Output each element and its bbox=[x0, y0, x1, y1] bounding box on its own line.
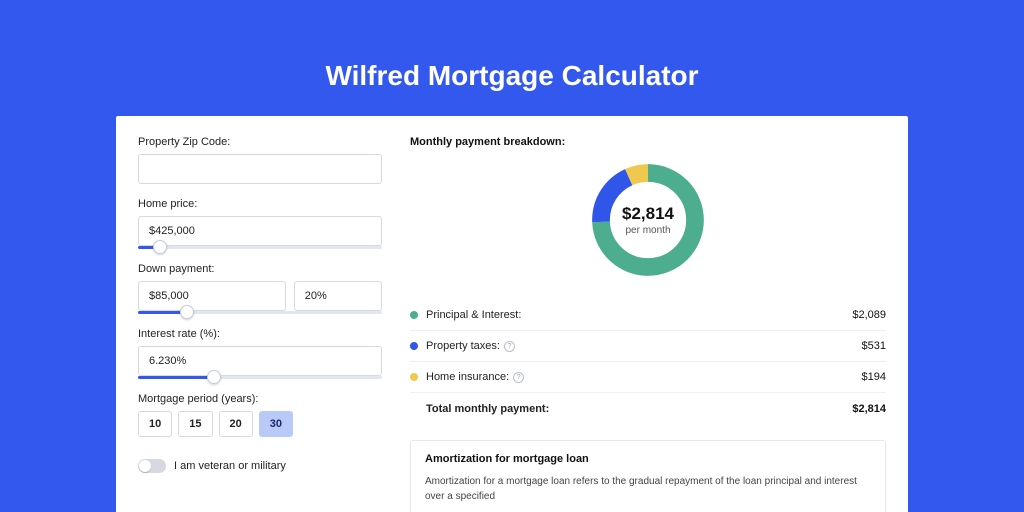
donut-wrap: $2,814 per month bbox=[410, 158, 886, 282]
legend-value: $194 bbox=[862, 371, 886, 383]
legend-total-label: Total monthly payment: bbox=[426, 403, 852, 415]
period-option-20[interactable]: 20 bbox=[219, 411, 253, 437]
down-payment-slider[interactable] bbox=[138, 311, 382, 314]
interest-slider-fill bbox=[138, 376, 214, 379]
page-title: Wilfred Mortgage Calculator bbox=[0, 0, 1024, 116]
veteran-toggle[interactable] bbox=[138, 459, 166, 473]
zip-field: Property Zip Code: bbox=[138, 136, 382, 184]
home-price-label: Home price: bbox=[138, 198, 382, 210]
home-price-slider[interactable] bbox=[138, 246, 382, 249]
zip-input[interactable] bbox=[138, 154, 382, 184]
legend-row: Principal & Interest:$2,089 bbox=[410, 300, 886, 331]
down-payment-field: Down payment: bbox=[138, 263, 382, 314]
legend-label: Home insurance:? bbox=[426, 371, 862, 383]
period-option-15[interactable]: 15 bbox=[178, 411, 212, 437]
amortization-title: Amortization for mortgage loan bbox=[425, 453, 871, 465]
period-label: Mortgage period (years): bbox=[138, 393, 382, 405]
interest-input[interactable] bbox=[138, 346, 382, 376]
breakdown-legend: Principal & Interest:$2,089Property taxe… bbox=[410, 300, 886, 424]
period-field: Mortgage period (years): 1015 2030 bbox=[138, 393, 382, 437]
help-icon[interactable]: ? bbox=[504, 341, 515, 352]
results-column: Monthly payment breakdown: $2,814 per mo… bbox=[410, 136, 886, 496]
legend-dot bbox=[410, 342, 418, 350]
legend-row: Property taxes:?$531 bbox=[410, 331, 886, 362]
home-price-slider-thumb[interactable] bbox=[153, 240, 167, 254]
down-payment-slider-thumb[interactable] bbox=[180, 305, 194, 319]
legend-label: Property taxes:? bbox=[426, 340, 862, 352]
period-option-10[interactable]: 10 bbox=[138, 411, 172, 437]
interest-label: Interest rate (%): bbox=[138, 328, 382, 340]
home-price-input[interactable] bbox=[138, 216, 382, 246]
amortization-body: Amortization for a mortgage loan refers … bbox=[425, 475, 871, 504]
interest-slider[interactable] bbox=[138, 376, 382, 379]
down-payment-label: Down payment: bbox=[138, 263, 382, 275]
legend-value: $531 bbox=[862, 340, 886, 352]
legend-dot bbox=[410, 311, 418, 319]
period-option-30[interactable]: 30 bbox=[259, 411, 293, 437]
period-options: 1015 2030 bbox=[138, 411, 382, 437]
payment-donut-chart: $2,814 per month bbox=[586, 158, 710, 282]
down-payment-pct-input[interactable] bbox=[294, 281, 382, 311]
interest-field: Interest rate (%): bbox=[138, 328, 382, 379]
zip-label: Property Zip Code: bbox=[138, 136, 382, 148]
interest-slider-thumb[interactable] bbox=[207, 370, 221, 384]
legend-total-row: Total monthly payment:$2,814 bbox=[410, 393, 886, 424]
donut-center: $2,814 per month bbox=[586, 158, 710, 282]
amortization-box: Amortization for mortgage loan Amortizat… bbox=[410, 440, 886, 512]
page-backdrop: Wilfred Mortgage Calculator Property Zip… bbox=[0, 0, 1024, 512]
donut-amount: $2,814 bbox=[622, 204, 674, 224]
legend-dot bbox=[410, 373, 418, 381]
legend-row: Home insurance:?$194 bbox=[410, 362, 886, 393]
legend-value: $2,089 bbox=[852, 309, 886, 321]
donut-sub: per month bbox=[625, 225, 670, 236]
legend-total-value: $2,814 bbox=[852, 403, 886, 415]
veteran-row: I am veteran or military bbox=[138, 459, 382, 473]
help-icon[interactable]: ? bbox=[513, 372, 524, 383]
veteran-label: I am veteran or military bbox=[174, 460, 286, 472]
calculator-card: Property Zip Code: Home price: Down paym… bbox=[116, 116, 908, 512]
inputs-column: Property Zip Code: Home price: Down paym… bbox=[138, 136, 382, 496]
legend-label: Principal & Interest: bbox=[426, 309, 852, 321]
down-payment-input[interactable] bbox=[138, 281, 286, 311]
home-price-field: Home price: bbox=[138, 198, 382, 249]
breakdown-title: Monthly payment breakdown: bbox=[410, 136, 886, 148]
